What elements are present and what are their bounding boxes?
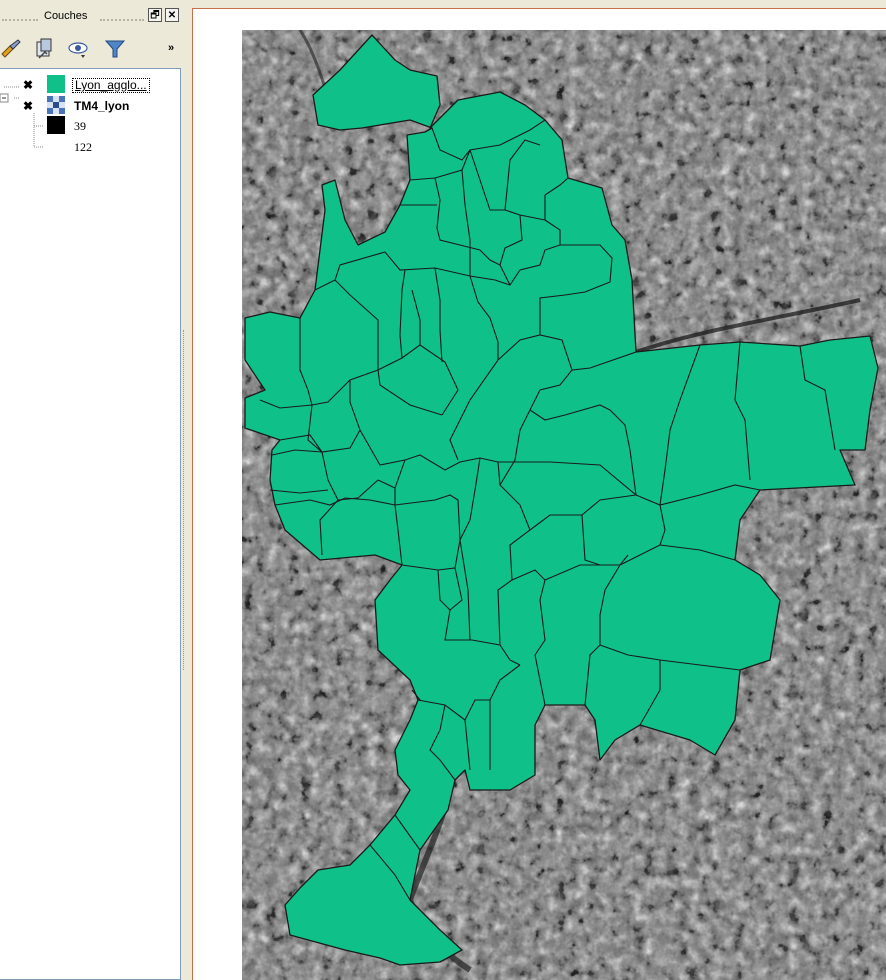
legend-color-swatch — [47, 137, 65, 155]
paint-brush-icon[interactable] — [0, 36, 24, 62]
titlebar-grip-right — [100, 19, 144, 21]
map-canvas[interactable] — [242, 30, 886, 980]
layer-properties-icon[interactable] — [33, 36, 57, 62]
toolbar-overflow-chevron[interactable]: » — [168, 42, 174, 54]
panel-title: Couches — [44, 10, 88, 22]
legend-label: 122 — [74, 140, 92, 154]
panel-titlebar[interactable]: Couches 🗗 ✕ — [0, 6, 187, 28]
layers-toolbar: » — [0, 34, 187, 66]
raster-layer-icon — [47, 96, 65, 114]
layer-tree: ✖ Lyon_agglo... ✖ TM4_lyon 39 122 — [0, 68, 181, 980]
filter-icon[interactable] — [103, 36, 127, 62]
layer-visibility-checkbox[interactable]: ✖ — [22, 79, 34, 91]
layer-row-tm4-lyon[interactable]: ✖ TM4_lyon — [0, 96, 181, 116]
layers-panel: Couches 🗗 ✕ » ✖ Lyon_agglo... ✖ TM4_lyon… — [0, 0, 187, 980]
legend-label: 39 — [74, 119, 86, 133]
layer-visibility-checkbox[interactable]: ✖ — [22, 100, 34, 112]
float-panel-button[interactable]: 🗗 — [148, 8, 162, 22]
titlebar-grip-left — [2, 19, 38, 21]
layer-name[interactable]: Lyon_agglo... — [72, 78, 150, 93]
layer-symbol-swatch — [47, 75, 65, 93]
eye-visibility-icon[interactable] — [66, 36, 90, 62]
raster-legend-item-min: 39 — [0, 116, 181, 136]
legend-color-swatch — [47, 116, 65, 134]
panel-resize-grip[interactable] — [183, 330, 187, 670]
layer-row-lyon-agglo[interactable]: ✖ Lyon_agglo... — [0, 75, 181, 95]
close-panel-button[interactable]: ✕ — [165, 8, 179, 22]
raster-legend-item-max: 122 — [0, 137, 181, 157]
layer-name[interactable]: TM4_lyon — [74, 99, 129, 113]
